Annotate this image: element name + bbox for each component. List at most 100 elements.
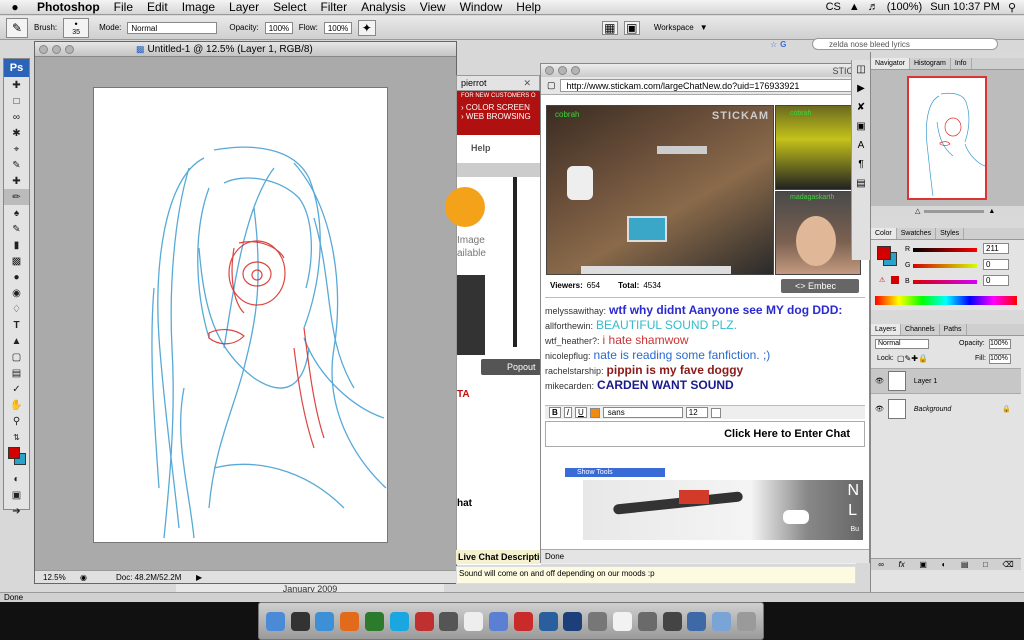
marquee-tool-icon[interactable]: □ bbox=[4, 93, 29, 109]
zoom-button[interactable] bbox=[65, 44, 74, 54]
script-icon[interactable] bbox=[588, 611, 608, 631]
preview-icon[interactable] bbox=[439, 611, 459, 631]
ical-icon[interactable] bbox=[414, 611, 434, 631]
flow-field[interactable]: 100% bbox=[323, 21, 352, 34]
shape-tool-icon[interactable]: ▢ bbox=[4, 349, 29, 365]
gamut-warning-icon[interactable]: ⚠ bbox=[879, 276, 885, 284]
menu-file[interactable]: File bbox=[107, 0, 140, 15]
menu-analysis[interactable]: Analysis bbox=[354, 0, 413, 15]
eye-icon[interactable]: 👁 bbox=[875, 405, 884, 413]
gradient-tool-icon[interactable]: ▩ bbox=[4, 253, 29, 269]
show-tools-button[interactable]: Show Tools bbox=[565, 468, 665, 477]
browser-tab[interactable]: pierrot ✕ bbox=[456, 75, 540, 91]
bookmark-star-icon[interactable]: ☆ bbox=[770, 40, 777, 49]
notes-tool-icon[interactable]: ▤ bbox=[4, 365, 29, 381]
nav-icon[interactable]: ◫ bbox=[856, 64, 865, 75]
close-button[interactable] bbox=[545, 66, 554, 75]
bridge-icon[interactable]: ▣ bbox=[623, 20, 640, 35]
play-icon[interactable]: ▶ bbox=[857, 83, 865, 94]
g-slider[interactable] bbox=[913, 264, 977, 268]
layer-row[interactable]: 👁 Layer 1 bbox=[871, 368, 1021, 394]
tab-navigator[interactable]: Navigator bbox=[871, 58, 910, 69]
app-menu[interactable]: Photoshop bbox=[30, 0, 107, 15]
opacity-field[interactable]: 100% bbox=[264, 21, 293, 34]
magic-wand-icon[interactable]: ✱ bbox=[4, 125, 29, 141]
side-video-2[interactable]: madagaskarth bbox=[775, 191, 861, 275]
brush-preset-picker[interactable]: • 35 bbox=[63, 17, 90, 38]
chat-username[interactable]: mikecarden: bbox=[545, 381, 594, 391]
safari-icon[interactable] bbox=[315, 611, 335, 631]
navigator-preview[interactable] bbox=[907, 76, 987, 200]
downloads-icon[interactable] bbox=[712, 611, 732, 631]
adium-icon[interactable] bbox=[365, 611, 385, 631]
popout-button[interactable]: Popout bbox=[481, 359, 541, 375]
chat-username[interactable]: melyssawithay: bbox=[545, 306, 606, 316]
chat-username[interactable]: allforthewin: bbox=[545, 321, 593, 331]
zoom-in-icon[interactable]: ▲ bbox=[988, 208, 995, 215]
palette-well-icon[interactable]: ▦ bbox=[601, 20, 618, 35]
menu-edit[interactable]: Edit bbox=[140, 0, 175, 15]
font-color-button[interactable] bbox=[589, 407, 600, 418]
font-select[interactable]: sans bbox=[602, 407, 683, 418]
minimize-button[interactable] bbox=[52, 44, 61, 54]
trash-icon[interactable] bbox=[737, 611, 757, 631]
screen-mode-icon[interactable]: ▣ bbox=[4, 487, 29, 503]
r-slider[interactable] bbox=[913, 248, 977, 252]
thumbnail[interactable] bbox=[457, 275, 485, 355]
italic-button[interactable]: I bbox=[563, 407, 573, 418]
trash-icon[interactable]: ⌫ bbox=[1002, 560, 1013, 569]
tab-info[interactable]: Info bbox=[951, 58, 972, 69]
tab-paths[interactable]: Paths bbox=[940, 324, 967, 335]
layer-opacity-field[interactable]: 100% bbox=[989, 339, 1011, 349]
bold-button[interactable]: B bbox=[549, 407, 561, 418]
chat-username[interactable]: rachelstarship: bbox=[545, 366, 604, 376]
camera-icon[interactable]: ▣ bbox=[856, 121, 865, 132]
eyedropper-tool-icon[interactable]: ✓ bbox=[4, 381, 29, 397]
clock[interactable]: Sun 10:37 PM bbox=[930, 1, 1000, 13]
color-ramp[interactable] bbox=[875, 296, 1017, 305]
photoshop-icon[interactable] bbox=[563, 611, 583, 631]
type-tool-icon[interactable]: T bbox=[4, 317, 29, 333]
minimize-button[interactable] bbox=[558, 66, 567, 75]
spotlight-icon[interactable]: ⚲ bbox=[1008, 1, 1016, 14]
document-titlebar[interactable]: ▩ Untitled-1 @ 12.5% (Layer 1, RGB/8) bbox=[35, 42, 456, 57]
tab-close-icon[interactable]: ✕ bbox=[523, 76, 531, 90]
ps-badge[interactable]: Ps bbox=[4, 59, 29, 77]
firefox-icon[interactable] bbox=[340, 611, 360, 631]
slice-tool-icon[interactable]: ✎ bbox=[4, 157, 29, 173]
mask-icon[interactable]: ▣ bbox=[919, 560, 927, 569]
gamut-swatch[interactable] bbox=[891, 276, 899, 284]
battery-status[interactable]: (100%) bbox=[887, 1, 922, 13]
brush-tool-icon[interactable]: ✏ bbox=[4, 189, 29, 205]
zoom-button[interactable] bbox=[571, 66, 580, 75]
shield-icon[interactable] bbox=[637, 611, 657, 631]
menu-view[interactable]: View bbox=[413, 0, 453, 15]
color-swatches[interactable] bbox=[4, 445, 29, 471]
path-select-icon[interactable]: ▲ bbox=[4, 333, 29, 349]
zoom-level[interactable]: 12.5% bbox=[35, 573, 80, 582]
tab-channels[interactable]: Channels bbox=[901, 324, 940, 335]
pen-tool-icon[interactable]: ♢ bbox=[4, 301, 29, 317]
ad-banner[interactable]: N L Bu bbox=[583, 480, 863, 540]
menu-image[interactable]: Image bbox=[175, 0, 222, 15]
finder-icon[interactable] bbox=[265, 611, 285, 631]
eye-icon[interactable]: 👁 bbox=[875, 377, 884, 385]
skype-icon[interactable] bbox=[389, 611, 409, 631]
layers-icon[interactable]: ▤ bbox=[856, 178, 865, 189]
zoom-out-icon[interactable]: △ bbox=[915, 207, 920, 215]
history-brush-icon[interactable]: ✎ bbox=[4, 221, 29, 237]
stickam-titlebar[interactable]: STICKA bbox=[541, 64, 869, 77]
embed-button[interactable]: <> Embec bbox=[781, 279, 859, 293]
enter-chat-button[interactable]: Click Here to Enter Chat bbox=[545, 421, 865, 447]
imageready-icon[interactable]: ➔ bbox=[4, 503, 29, 519]
url-field[interactable]: http://www.stickam.com/largeChatNew.do?u… bbox=[559, 79, 863, 92]
main-video[interactable]: cobrah STICKAM bbox=[546, 105, 774, 275]
cs-icon[interactable] bbox=[513, 611, 533, 631]
tools-icon[interactable]: ✘ bbox=[857, 102, 865, 113]
r-value[interactable]: 211 bbox=[983, 243, 1009, 254]
cs-menu[interactable]: CS bbox=[826, 1, 841, 13]
dodge-tool-icon[interactable]: ◉ bbox=[4, 285, 29, 301]
move-tool-icon[interactable]: ✚ bbox=[4, 77, 29, 93]
crop-tool-icon[interactable]: ⌖ bbox=[4, 141, 29, 157]
menu-layer[interactable]: Layer bbox=[222, 0, 266, 15]
